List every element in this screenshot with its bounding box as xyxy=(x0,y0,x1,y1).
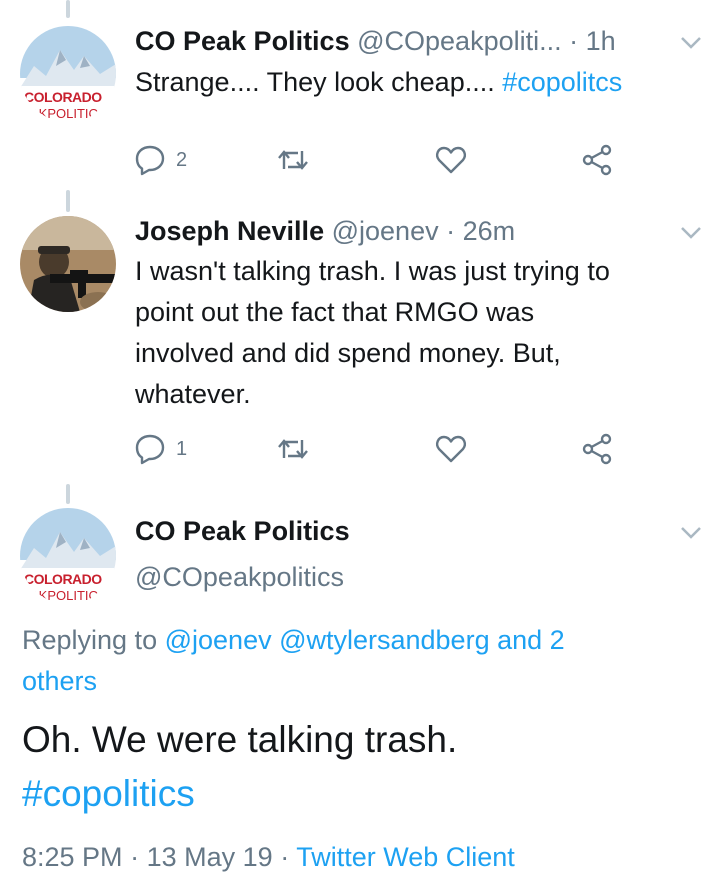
separator-dot: · xyxy=(280,842,290,872)
replying-to-users[interactable]: @joenev @wtylersandberg and 2 xyxy=(165,625,565,655)
user-name[interactable]: CO Peak Politics xyxy=(135,26,350,56)
like-icon[interactable] xyxy=(434,432,468,466)
reply-count: 1 xyxy=(176,438,188,460)
retweet-icon[interactable] xyxy=(276,432,310,466)
tweet-text: Strange.... They look cheap.... #copolit… xyxy=(135,62,622,103)
user-name[interactable]: CO Peak Politics xyxy=(135,516,350,547)
chevron-down-icon[interactable] xyxy=(680,226,702,240)
avatar[interactable]: COLORADO AKPOLITIC xyxy=(20,508,116,604)
reply-count: 2 xyxy=(176,149,188,171)
share-icon[interactable] xyxy=(580,143,614,177)
user-name[interactable]: Joseph Neville xyxy=(135,216,324,246)
avatar[interactable] xyxy=(20,216,116,312)
tweet-header: CO Peak Politics @COpeakpoliti... · 1h xyxy=(135,26,616,57)
tweet-text-line: whatever. xyxy=(135,379,251,409)
user-handle[interactable]: @COpeakpoliti... xyxy=(357,26,562,56)
tweet-text-line: involved and did spend money. But, xyxy=(135,338,561,368)
separator-dot: · xyxy=(130,842,140,872)
tweet-text-content: Strange.... They look cheap.... xyxy=(135,67,495,97)
tweet-time[interactable]: 1h xyxy=(586,26,616,56)
hashtag-link[interactable]: #copolitics xyxy=(22,767,457,821)
avatar-logo-text-top: COLORADO xyxy=(24,571,102,587)
tweet-time: 8:25 PM xyxy=(22,842,123,872)
thread-line-top xyxy=(66,0,70,18)
chevron-down-icon[interactable] xyxy=(680,36,702,50)
tweet-header: Joseph Neville @joenev · 26m xyxy=(135,216,515,247)
replying-to-others[interactable]: others xyxy=(22,666,97,696)
replying-to-label: Replying to xyxy=(22,625,158,655)
separator-dot: · xyxy=(569,26,579,56)
replying-to: Replying to @joenev @wtylersandberg and … xyxy=(22,620,672,702)
avatar[interactable]: COLORADO AKPOLITIC xyxy=(20,26,116,122)
user-handle[interactable]: @COpeakpolitics xyxy=(135,562,344,593)
avatar-logo-text-top: COLORADO xyxy=(24,89,102,105)
reply-icon[interactable] xyxy=(133,143,167,177)
avatar-logo-text-bottom: AKPOLITIC xyxy=(30,106,98,121)
hashtag-link[interactable]: #copolitcs xyxy=(502,67,622,97)
like-icon[interactable] xyxy=(434,143,468,177)
tweet-text-content: Oh. We were talking trash. xyxy=(22,719,458,760)
separator-dot: · xyxy=(446,216,456,246)
tweet-time[interactable]: 26m xyxy=(463,216,516,246)
reply-icon[interactable] xyxy=(133,432,167,466)
retweet-icon[interactable] xyxy=(276,143,310,177)
tweet-text: Oh. We were talking trash. #copolitics xyxy=(22,713,457,821)
profile-photo xyxy=(20,216,116,312)
tweet-text: I wasn't talking trash. I was just tryin… xyxy=(135,251,610,415)
chevron-down-icon[interactable] xyxy=(680,526,702,540)
thread-line-mid xyxy=(66,190,70,212)
tweet-meta: 8:25 PM · 13 May 19 · Twitter Web Client xyxy=(22,842,515,873)
tweet-text-line: I wasn't talking trash. I was just tryin… xyxy=(135,256,610,286)
user-handle[interactable]: @joenev xyxy=(332,216,439,246)
tweet-text-line: point out the fact that RMGO was xyxy=(135,297,535,327)
thread-line-bottom xyxy=(66,484,70,504)
tweet-client[interactable]: Twitter Web Client xyxy=(296,842,515,872)
avatar-logo-text-bottom: AKPOLITIC xyxy=(30,588,98,603)
share-icon[interactable] xyxy=(580,432,614,466)
tweet-date: 13 May 19 xyxy=(146,842,273,872)
